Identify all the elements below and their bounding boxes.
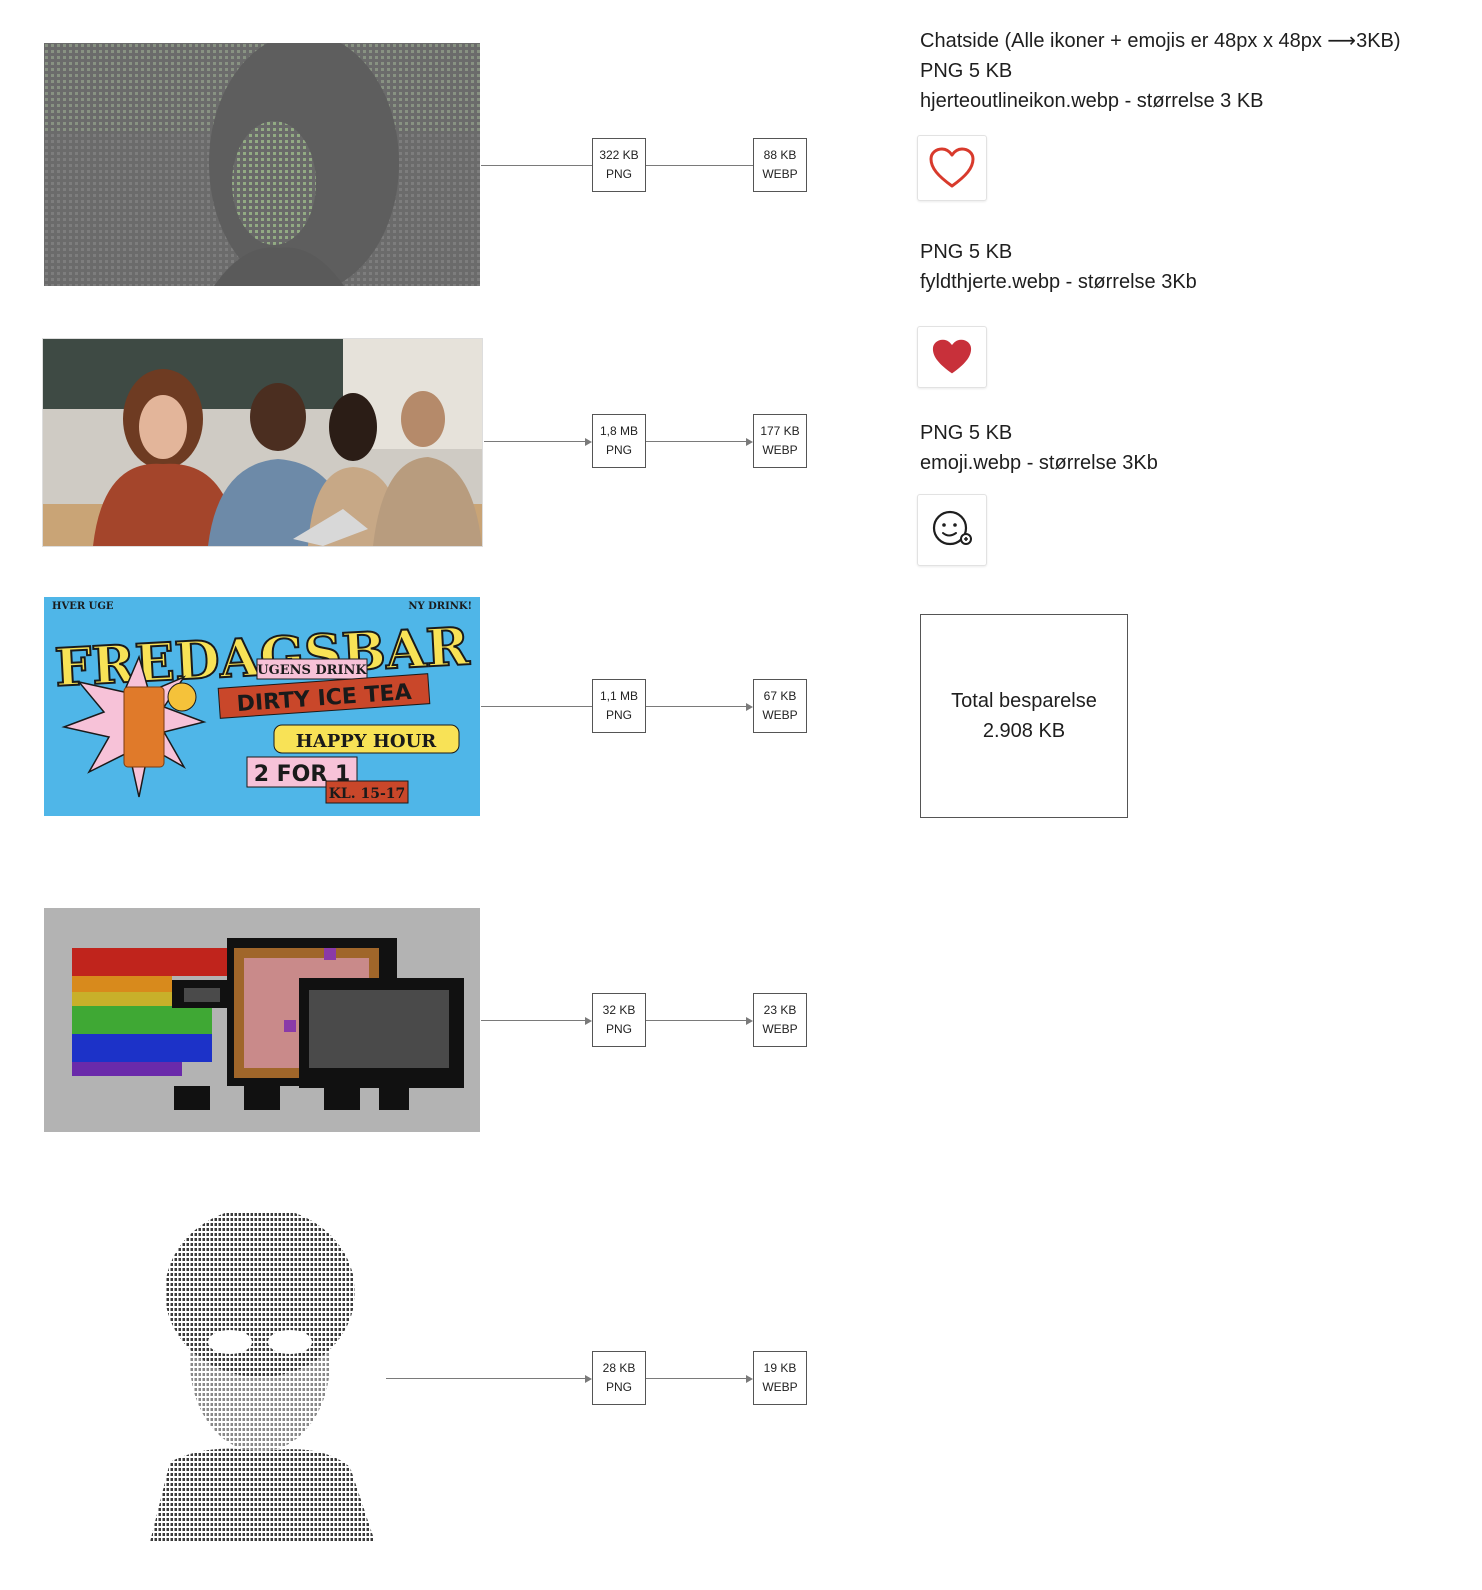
heart-filled-icon-box xyxy=(917,326,987,388)
png-size-value: 32 KB xyxy=(602,1003,636,1017)
heart-filled-webp-size: fyldthjerte.webp - størrelse 3Kb xyxy=(920,271,1197,293)
webp-size-box: 23 KB WEBP xyxy=(753,993,807,1047)
webp-size-value: 88 KB xyxy=(763,148,797,162)
png-size-value: 28 KB xyxy=(602,1361,636,1375)
png-size-value: 1,1 MB xyxy=(599,689,638,703)
emoji-icon-box xyxy=(917,494,987,566)
webp-size-box: 88 KB WEBP xyxy=(753,138,807,192)
png-format-label: PNG xyxy=(605,167,632,181)
webp-format-label: WEBP xyxy=(762,1022,798,1036)
total-savings-label: Total besparelse xyxy=(951,690,1097,712)
pixel-cat-image xyxy=(44,908,480,1132)
poster-ugens-drink: UGENS DRINK xyxy=(257,663,367,678)
heart-outline-icon-box xyxy=(917,135,987,201)
connector-line xyxy=(646,1378,747,1379)
connector-line xyxy=(481,165,592,166)
heart-outline-png-size: PNG 5 KB xyxy=(920,60,1013,82)
arrowhead-icon xyxy=(746,1016,753,1025)
webp-size-box: 177 KB WEBP xyxy=(753,414,807,468)
png-size-value: 322 KB xyxy=(599,148,639,162)
heart-outline-webp-size: hjerteoutlineikon.webp - størrelse 3 KB xyxy=(920,90,1264,112)
heart-filled-icon xyxy=(932,339,972,374)
png-format-label: PNG xyxy=(605,708,632,722)
png-size-box: 28 KB PNG xyxy=(592,1351,646,1405)
arrowhead-icon xyxy=(746,1374,753,1383)
webp-size-box: 67 KB WEBP xyxy=(753,679,807,733)
total-savings-value: 2.908 KB xyxy=(982,720,1066,742)
webp-format-label: WEBP xyxy=(762,167,798,181)
total-savings-box: Total besparelse 2.908 KB xyxy=(920,614,1128,818)
webp-size-value: 23 KB xyxy=(763,1003,797,1017)
ascii-man-portrait xyxy=(150,1212,380,1542)
poster-time: KL. 15-17 xyxy=(329,786,406,802)
webp-size-box: 19 KB WEBP xyxy=(753,1351,807,1405)
png-format-label: PNG xyxy=(605,1022,632,1036)
emoji-png-size: PNG 5 KB xyxy=(920,422,1013,444)
emoji-webp-size: emoji.webp - størrelse 3Kb xyxy=(920,452,1158,474)
webp-size-value: 67 KB xyxy=(763,689,797,703)
arrowhead-icon xyxy=(585,437,592,446)
webp-size-value: 177 KB xyxy=(760,424,800,438)
png-format-label: PNG xyxy=(605,443,632,457)
webp-size-value: 19 KB xyxy=(763,1361,797,1375)
webp-format-label: WEBP xyxy=(762,1380,798,1394)
poster-ny-drink: NY DRINK! xyxy=(408,601,472,612)
chat-heading: Chatside (Alle ikoner + emojis er 48px x… xyxy=(920,30,1401,52)
png-size-box: 1,1 MB PNG xyxy=(592,679,646,733)
connector-line xyxy=(646,165,753,166)
png-size-box: 1,8 MB PNG xyxy=(592,414,646,468)
connector-line xyxy=(481,1020,586,1021)
arrowhead-icon xyxy=(585,1374,592,1383)
png-size-box: 322 KB PNG xyxy=(592,138,646,192)
smiley-emoji-icon xyxy=(932,510,972,546)
png-size-value: 1,8 MB xyxy=(599,424,638,438)
png-size-box: 32 KB PNG xyxy=(592,993,646,1047)
arrowhead-icon xyxy=(585,1016,592,1025)
connector-line xyxy=(646,441,747,442)
png-format-label: PNG xyxy=(605,1380,632,1394)
connector-line xyxy=(481,706,592,707)
connector-line xyxy=(646,1020,747,1021)
students-photo xyxy=(42,338,483,547)
poster-hver-uge: HVER UGE xyxy=(52,601,114,612)
connector-line xyxy=(386,1378,586,1379)
heart-filled-png-size: PNG 5 KB xyxy=(920,241,1013,263)
connector-line xyxy=(646,706,747,707)
webp-format-label: WEBP xyxy=(762,443,798,457)
webp-format-label: WEBP xyxy=(762,708,798,722)
ascii-portrait-image xyxy=(44,43,480,286)
arrowhead-icon xyxy=(746,437,753,446)
fredagsbar-poster: HVER UGE NY DRINK! FREDAGSBAR UGENS DRIN… xyxy=(44,597,480,816)
poster-happy-hour: HAPPY HOUR xyxy=(296,731,438,752)
arrowhead-icon xyxy=(746,702,753,711)
heart-outline-icon xyxy=(929,147,975,188)
connector-line xyxy=(484,441,586,442)
